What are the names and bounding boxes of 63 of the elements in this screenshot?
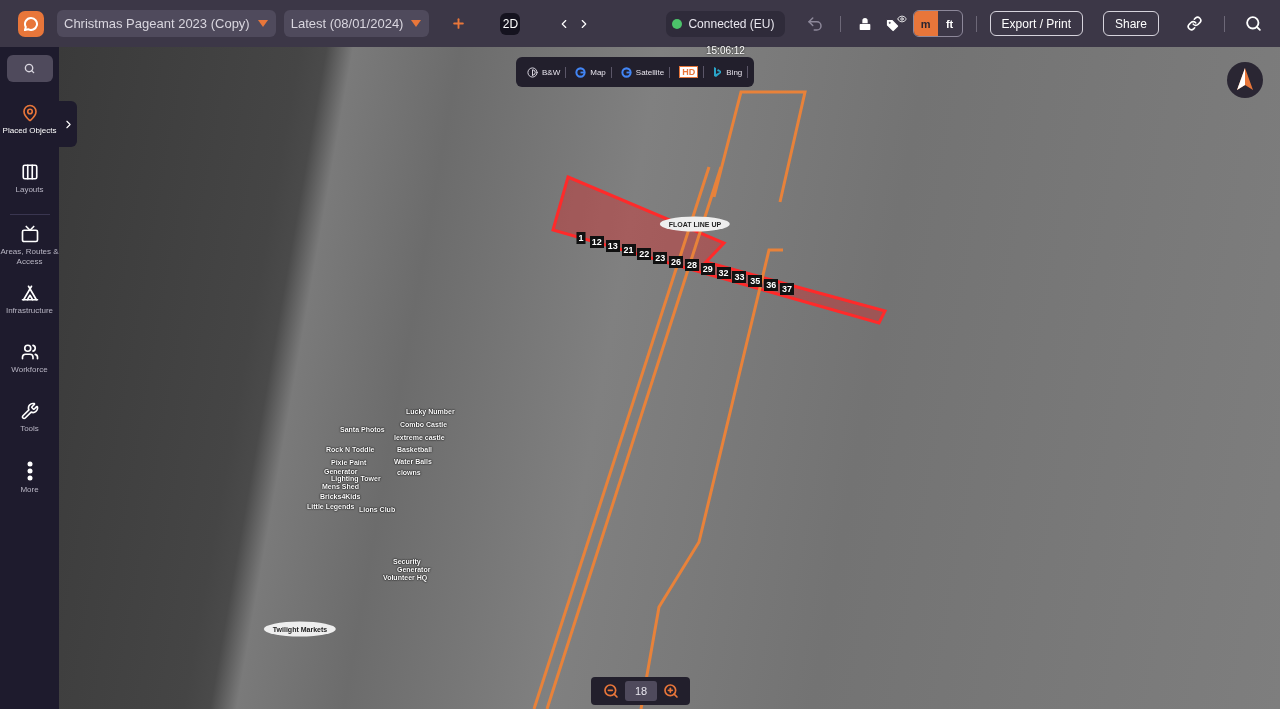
- map-pin-icon: [20, 104, 39, 122]
- lock-button[interactable]: [856, 15, 873, 32]
- more-icon: [26, 461, 33, 481]
- sidebar-item[interactable]: Areas, Routes & Access: [0, 223, 59, 282]
- map-source-option[interactable]: Bing: [708, 66, 749, 78]
- lock-icon: [856, 15, 873, 32]
- sidebar-item[interactable]: Workforce: [0, 341, 59, 400]
- g-letter-icon: [620, 66, 632, 78]
- undo-button[interactable]: [805, 14, 824, 33]
- people-icon: [20, 343, 39, 361]
- columns-icon: [20, 163, 39, 181]
- export-button[interactable]: Export / Print: [989, 11, 1083, 36]
- wrench-icon: [20, 402, 39, 420]
- caret-icon: [411, 20, 422, 27]
- float-number-marker[interactable]: 35: [748, 275, 763, 288]
- g-letter-icon: [575, 66, 587, 78]
- search-button[interactable]: [1245, 15, 1262, 32]
- float-number-marker[interactable]: 36: [764, 279, 779, 292]
- view-mode-button[interactable]: 2D: [500, 12, 521, 35]
- contrast-icon: [527, 66, 538, 78]
- compass-icon[interactable]: [1226, 61, 1264, 99]
- sidebar-item[interactable]: Tools: [0, 400, 59, 459]
- status-dot: [672, 18, 683, 29]
- search-icon: [24, 63, 35, 74]
- b-letter-icon: [713, 66, 723, 78]
- billboard-icon: [20, 225, 39, 243]
- zoom-in-button[interactable]: [663, 683, 680, 699]
- float-number-marker[interactable]: 33: [732, 271, 747, 284]
- map-source-option[interactable]: Satellite: [615, 66, 671, 78]
- search-icon: [1245, 15, 1262, 32]
- zoom-out-icon: [603, 683, 619, 699]
- link-icon: [1187, 16, 1202, 31]
- share-button[interactable]: Share: [1102, 11, 1159, 36]
- plus-icon: [451, 16, 467, 31]
- map-source-option[interactable]: B&W: [522, 66, 567, 78]
- link-button[interactable]: [1187, 16, 1202, 31]
- tag-visibility-button[interactable]: [884, 13, 907, 34]
- sidebar-item[interactable]: Placed Objects: [0, 102, 59, 161]
- tent-icon: [20, 284, 39, 302]
- caret-icon: [257, 20, 268, 27]
- undo-icon: [805, 14, 824, 33]
- zoom-out-button[interactable]: [603, 683, 619, 699]
- connection-label: Connected (EU): [688, 16, 775, 31]
- zoom-level: 18: [625, 681, 658, 701]
- sidebar-item[interactable]: Infrastructure: [0, 282, 59, 341]
- float-number-marker[interactable]: 32: [716, 267, 731, 280]
- unit-toggle[interactable]: m: [913, 11, 938, 36]
- version-select[interactable]: Latest (08/01/2024): [283, 10, 430, 37]
- tag-eye-icon: [884, 13, 907, 34]
- float-number-marker[interactable]: 37: [780, 283, 794, 295]
- float-number-marker[interactable]: 29: [700, 263, 715, 276]
- clock-time: 15:06:12: [706, 44, 745, 56]
- zoom-in-icon: [663, 683, 680, 699]
- sidebar-item[interactable]: More: [0, 459, 59, 518]
- add-button[interactable]: [451, 16, 467, 31]
- project-select[interactable]: Christmas Pageant 2023 (Copy): [57, 10, 276, 37]
- unit-toggle[interactable]: ft: [937, 11, 962, 36]
- float-number-marker[interactable]: 1: [576, 232, 586, 244]
- search-button[interactable]: [6, 55, 53, 82]
- map-source-option[interactable]: Map: [570, 66, 612, 78]
- float-number-marker[interactable]: 28: [684, 259, 699, 272]
- app-logo[interactable]: [18, 10, 44, 37]
- sidebar-item[interactable]: Layouts: [0, 161, 59, 220]
